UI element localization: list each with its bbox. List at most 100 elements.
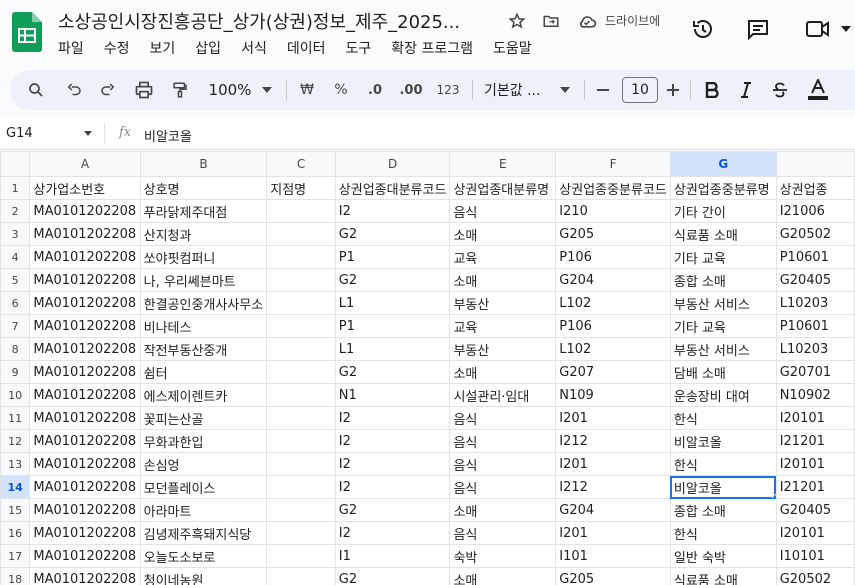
cell[interactable]: G2 [334, 268, 451, 292]
cell[interactable]: 종합 소매 [669, 268, 777, 292]
cell[interactable]: 푸라닭제주대점 [139, 199, 268, 223]
cell[interactable]: I21201 [775, 429, 855, 453]
strikethrough-icon[interactable] [770, 78, 790, 102]
cell[interactable]: MA0101202208 [29, 498, 141, 522]
formula-input[interactable]: 비알코올 [144, 126, 192, 145]
column-header[interactable]: G [669, 151, 777, 177]
cell[interactable]: I2 [334, 199, 451, 223]
cloud-status-icon[interactable] [576, 10, 598, 32]
cell[interactable]: L10203 [775, 337, 855, 361]
comments-icon[interactable] [743, 14, 773, 44]
cell[interactable]: G20701 [775, 360, 855, 384]
menu-tools[interactable]: 도구 [345, 38, 371, 58]
cell[interactable]: 종합 소매 [669, 498, 777, 522]
star-icon[interactable] [506, 10, 528, 32]
cell[interactable] [266, 268, 336, 292]
row-header[interactable]: 12 [0, 429, 31, 453]
cell[interactable]: I212 [555, 475, 671, 499]
name-box-dropdown-icon[interactable] [84, 131, 92, 136]
cell[interactable]: MA0101202208 [29, 245, 141, 269]
redo-icon[interactable] [96, 78, 120, 102]
cell[interactable]: I2 [334, 429, 451, 453]
cell[interactable]: 소매 [449, 567, 557, 585]
cell[interactable]: 한식 [669, 521, 777, 545]
cell[interactable]: 작전부동산중개 [139, 337, 268, 361]
cell[interactable]: N109 [555, 383, 671, 407]
cell[interactable]: MA0101202208 [29, 452, 141, 476]
version-history-icon[interactable] [688, 14, 718, 44]
cell[interactable]: I210 [555, 199, 671, 223]
cell[interactable]: L10203 [775, 291, 855, 315]
cell[interactable] [266, 567, 336, 585]
cell[interactable]: I201 [555, 521, 671, 545]
italic-icon[interactable] [736, 78, 756, 102]
cell[interactable] [266, 222, 336, 246]
cell[interactable]: I201 [555, 452, 671, 476]
cell[interactable]: G205 [555, 567, 671, 585]
row-header[interactable]: 5 [0, 268, 31, 292]
row-header[interactable]: 18 [0, 567, 31, 585]
cell[interactable]: G20502 [775, 567, 855, 585]
column-header[interactable]: B [139, 151, 268, 177]
meet-dropdown-icon[interactable] [836, 14, 855, 44]
font-size-input[interactable]: 10 [622, 77, 658, 103]
decrease-font-size-icon[interactable] [594, 78, 612, 102]
cell[interactable]: 김녕제주흑돼지식당 [139, 521, 268, 545]
row-header[interactable]: 6 [0, 291, 31, 315]
cell[interactable] [266, 314, 336, 338]
cell[interactable]: MA0101202208 [29, 337, 141, 361]
cell[interactable]: 교육 [449, 314, 557, 338]
cell[interactable]: P106 [555, 245, 671, 269]
cell[interactable]: 소매 [449, 360, 557, 384]
cell[interactable]: G20405 [775, 498, 855, 522]
cell[interactable] [266, 199, 336, 223]
row-header[interactable]: 4 [0, 245, 31, 269]
cell[interactable]: 음식 [449, 521, 557, 545]
undo-icon[interactable] [62, 78, 86, 102]
row-header[interactable]: 9 [0, 360, 31, 384]
cell[interactable]: G2 [334, 360, 451, 384]
sheets-logo-icon[interactable] [12, 12, 42, 52]
cell[interactable]: 식료품 소매 [669, 222, 777, 246]
cell[interactable]: L102 [555, 337, 671, 361]
cell[interactable]: P1 [334, 314, 451, 338]
cell[interactable]: 음식 [449, 475, 557, 499]
cell[interactable]: 기타 교육 [669, 245, 777, 269]
column-header[interactable]: C [266, 151, 336, 177]
cell[interactable]: MA0101202208 [29, 222, 141, 246]
menu-file[interactable]: 파일 [58, 38, 84, 58]
text-color-icon[interactable] [806, 78, 830, 102]
cell[interactable]: 상권업종중분류코드 [555, 176, 671, 200]
cell[interactable]: 상권업종대분류코드 [334, 176, 451, 200]
cell[interactable]: L1 [334, 337, 451, 361]
zoom-dropdown-icon[interactable] [260, 78, 274, 102]
spreadsheet-grid[interactable]: ABCDEFG 1 상가업소번호 상호명 지점명 상권업종대분류코드 상권업종대분류명 상권… [0, 151, 855, 585]
cell[interactable]: 비나테스 [139, 314, 268, 338]
cell[interactable]: G2 [334, 567, 451, 585]
cell[interactable]: 소매 [449, 222, 557, 246]
cell[interactable]: G2 [334, 222, 451, 246]
cell[interactable] [266, 475, 336, 499]
cell[interactable] [266, 291, 336, 315]
cell[interactable]: I10101 [775, 544, 855, 568]
cell[interactable]: MA0101202208 [29, 268, 141, 292]
cell[interactable]: MA0101202208 [29, 567, 141, 585]
cell[interactable]: 상가업소번호 [29, 176, 141, 200]
row-header[interactable]: 14 [0, 475, 31, 499]
column-header[interactable]: D [334, 151, 451, 177]
paint-format-icon[interactable] [168, 78, 192, 102]
cell[interactable]: I2 [334, 452, 451, 476]
cell[interactable]: P10601 [775, 314, 855, 338]
cell[interactable]: MA0101202208 [29, 475, 141, 499]
print-icon[interactable] [132, 78, 156, 102]
cell[interactable]: 부동산 [449, 291, 557, 315]
move-folder-icon[interactable] [540, 10, 562, 32]
cell[interactable]: 무화과한입 [139, 429, 268, 453]
cell[interactable] [266, 406, 336, 430]
cell[interactable]: 부동산 서비스 [669, 291, 777, 315]
cell[interactable]: MA0101202208 [29, 406, 141, 430]
cell[interactable]: I2 [334, 475, 451, 499]
cell[interactable]: 한식 [669, 452, 777, 476]
cell[interactable]: 담배 소매 [669, 360, 777, 384]
cell[interactable]: 한식 [669, 406, 777, 430]
